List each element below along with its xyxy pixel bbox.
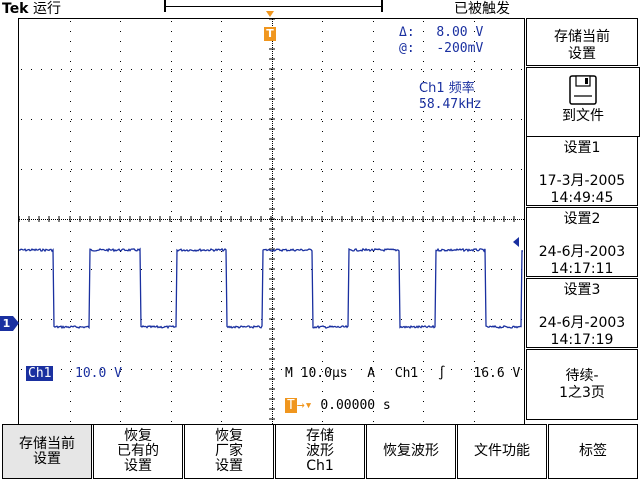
timebase-readout: M 10.0μs A Ch1 ∫ 16.6 V xyxy=(285,366,520,382)
acquisition-state: 运行 xyxy=(32,1,61,17)
channel-scale: 10.0 V xyxy=(75,366,122,381)
bottom-label: Ch1 xyxy=(306,458,334,474)
setup-time: 14:49:45 xyxy=(550,190,614,206)
side-save-line2: 设置 xyxy=(568,46,596,62)
horizontal-position-readout: T →▾ 0.00000 s xyxy=(285,398,391,414)
setup-date: 24-6月-2003 xyxy=(538,315,626,331)
bottom-label: 存储当前 xyxy=(19,435,75,452)
waveform-display: Δ: 8.00 V @: -200mV Ch1 频率 58.47kHz Ch1 … xyxy=(18,18,525,425)
at-value: -200mV xyxy=(436,41,484,56)
graticule-svg xyxy=(19,19,524,424)
setup-label: 设置1 xyxy=(563,140,601,156)
brand-label: Tek 运行 xyxy=(2,0,61,18)
bottom-label: 恢复波形 xyxy=(383,443,439,459)
floppy-disk-icon xyxy=(569,75,597,105)
bottom-recall-factory-setup[interactable]: 恢复 厂家 设置 xyxy=(184,424,274,479)
cursor-at-readout: @: -200mV xyxy=(399,41,483,57)
cursor-delta-readout: Δ: 8.00 V xyxy=(399,25,483,41)
setup-time: 14:17:11 xyxy=(550,261,614,277)
delta-value: 8.00 V xyxy=(436,25,484,40)
bottom-labels[interactable]: 标签 xyxy=(548,424,638,479)
setup-label: 设置3 xyxy=(563,282,601,298)
trigger-position-marker[interactable]: T xyxy=(264,27,276,41)
trigger-source: Ch1 xyxy=(394,366,419,381)
bottom-label: 文件功能 xyxy=(474,443,530,459)
side-setup-1[interactable]: 设置1 17-3月-2005 14:49:45 xyxy=(526,136,638,206)
bottom-label: 恢复 xyxy=(124,428,152,444)
bottom-file-utilities[interactable]: 文件功能 xyxy=(457,424,547,479)
setup-time: 14:17:19 xyxy=(550,332,614,348)
horizontal-position: 0.00000 s xyxy=(320,398,391,413)
bottom-save-waveform[interactable]: 存储 波形 Ch1 xyxy=(275,424,365,479)
setup-date: 24-6月-2003 xyxy=(538,244,626,260)
trigger-arrow-icon xyxy=(266,11,274,17)
setup-label: 设置2 xyxy=(563,211,601,227)
at-label: @: xyxy=(399,41,415,56)
side-setup-3[interactable]: 设置3 24-6月-2003 14:17:19 xyxy=(526,278,638,348)
ch1-ground-arrow-icon xyxy=(13,316,19,331)
brand-name: Tek xyxy=(2,1,29,17)
trigger-position-icon: T xyxy=(285,398,297,413)
bottom-label: 设置 xyxy=(215,458,243,474)
bottom-recall-waveform[interactable]: 恢复波形 xyxy=(366,424,456,479)
trigger-status: 已被触发 xyxy=(454,1,510,17)
graticule-grid xyxy=(19,19,524,424)
side-save-current-setup[interactable]: 存储当前 设置 xyxy=(526,18,638,66)
bottom-label: 标签 xyxy=(579,443,607,459)
delta-label: Δ: xyxy=(399,25,415,40)
bottom-recall-saved-setup[interactable]: 恢复 已有的 设置 xyxy=(93,424,183,479)
trigger-level: 16.6 V xyxy=(473,366,521,381)
side-setup-2[interactable]: 设置2 24-6月-2003 14:17:11 xyxy=(526,207,638,277)
bottom-save-current-setup[interactable]: 存储当前 设置 xyxy=(2,424,92,479)
bottom-label: 设置 xyxy=(124,458,152,474)
more-line2: 1之3页 xyxy=(559,385,605,401)
channel-badge: Ch1 xyxy=(26,366,54,381)
trigger-mode: A xyxy=(367,366,376,381)
side-to-file[interactable]: 到文件 xyxy=(526,67,640,137)
arrow-down-icon: →▾ xyxy=(296,398,313,413)
bottom-label: 设置 xyxy=(33,450,61,467)
ch1-ground-marker[interactable]: 1 xyxy=(0,316,13,331)
bottom-label: 已有的 xyxy=(117,443,159,459)
bottom-label: 厂家 xyxy=(215,443,243,459)
trigger-level-marker-icon[interactable] xyxy=(513,237,519,247)
frequency-label: Ch1 频率 xyxy=(419,81,475,96)
bottom-label: 波形 xyxy=(306,443,334,459)
timebase: M 10.0μs xyxy=(285,366,348,381)
side-save-line1: 存储当前 xyxy=(554,29,610,45)
side-to-file-label: 到文件 xyxy=(562,108,604,124)
bottom-label: 存储 xyxy=(306,428,334,444)
more-line1: 待续- xyxy=(565,368,599,384)
frequency-value: 58.47kHz xyxy=(419,97,482,112)
side-more-page[interactable]: 待续- 1之3页 xyxy=(526,349,638,420)
bottom-label: 恢复 xyxy=(215,428,243,444)
record-length-line xyxy=(164,6,381,7)
setup-date: 17-3月-2005 xyxy=(538,173,626,189)
trigger-slope-icon: ∫ xyxy=(437,366,446,381)
